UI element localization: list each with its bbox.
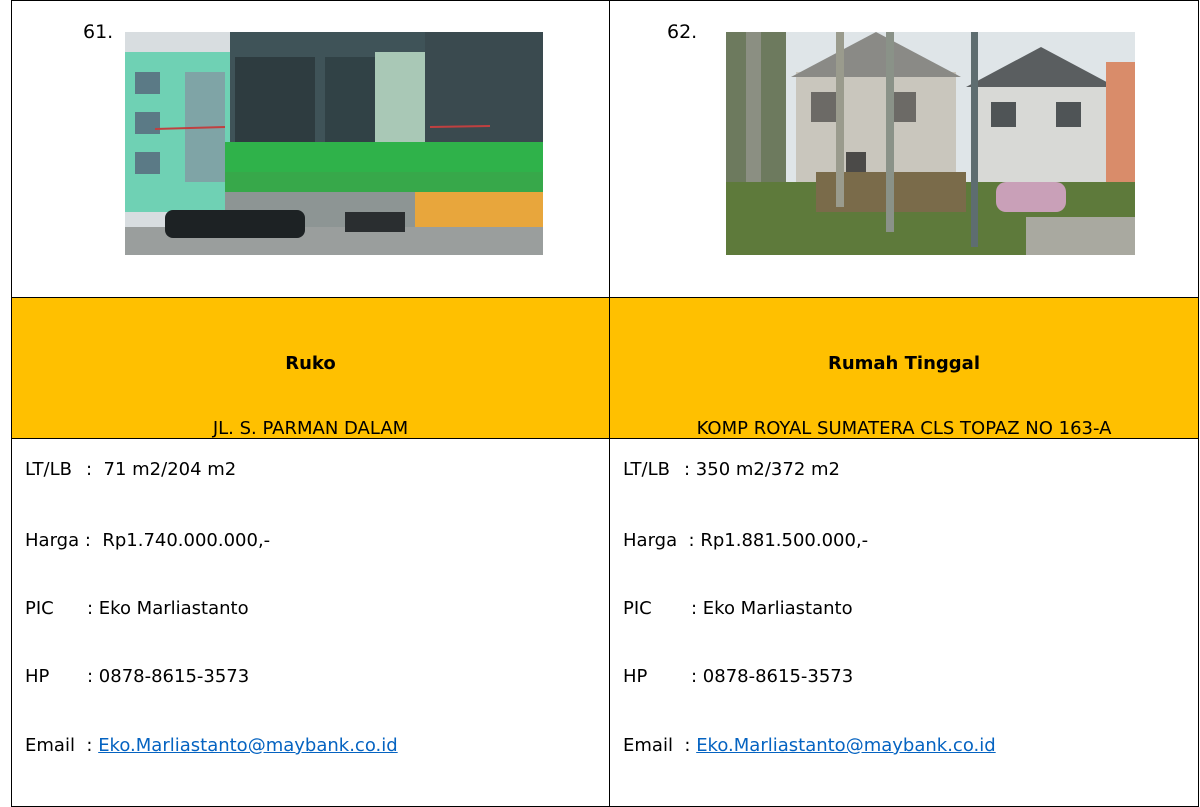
hp-row: HP: 0878-8615-3573	[25, 666, 250, 687]
email-label: Email	[623, 735, 673, 756]
hp-label: HP	[25, 666, 50, 687]
listing-61-details: LT/LB: 71 m2/204 m2 Harga : Rp1.740.000.…	[11, 438, 610, 807]
photo-row: 61. 62.	[11, 0, 1199, 298]
email-label: Email	[25, 735, 75, 756]
details-row: LT/LB: 71 m2/204 m2 Harga : Rp1.740.000.…	[11, 438, 1199, 807]
listing-table: 61. 62. Ruko JL. S. PARMAN DALAM Rumah T…	[11, 0, 1199, 807]
property-address: KOMP ROYAL SUMATERA CLS TOPAZ NO 163-A	[696, 418, 1112, 439]
shophouse-photo	[125, 32, 543, 255]
listing-62-photo-cell: 62.	[609, 0, 1199, 298]
listing-62-header: Rumah Tinggal KOMP ROYAL SUMATERA CLS TO…	[609, 297, 1199, 439]
lt-lb-value: 71 m2/204 m2	[103, 459, 237, 480]
hp-value: 0878-8615-3573	[702, 666, 854, 687]
house-photo	[726, 32, 1135, 255]
property-type: Ruko	[285, 353, 336, 374]
pic-label: PIC	[623, 598, 652, 619]
pic-row: PIC: Eko Marliastanto	[25, 598, 249, 619]
hp-row: HP: 0878-8615-3573	[623, 666, 854, 687]
hp-value: 0878-8615-3573	[98, 666, 250, 687]
email-row: Email : Eko.Marliastanto@maybank.co.id	[25, 735, 398, 756]
listing-number: 61.	[83, 21, 114, 43]
listing-number: 62.	[667, 21, 698, 43]
hp-label: HP	[623, 666, 648, 687]
price-row: Harga : Rp1.881.500.000,-	[623, 530, 869, 551]
pic-value: Eko Marliastanto	[702, 598, 853, 619]
pic-row: PIC: Eko Marliastanto	[623, 598, 853, 619]
email-row: Email : Eko.Marliastanto@maybank.co.id	[623, 735, 996, 756]
price-value: Rp1.740.000.000,-	[102, 530, 271, 551]
lt-lb-row: LT/LB: 71 m2/204 m2	[25, 459, 237, 480]
price-row: Harga : Rp1.740.000.000,-	[25, 530, 271, 551]
listing-61-header: Ruko JL. S. PARMAN DALAM	[11, 297, 610, 439]
property-listing-sheet: 61. 62. Ruko JL. S. PARMAN DALAM Rumah T…	[11, 0, 1199, 807]
property-address: JL. S. PARMAN DALAM	[212, 418, 409, 439]
property-type: Rumah Tinggal	[827, 353, 980, 374]
email-link[interactable]: Eko.Marliastanto@maybank.co.id	[696, 735, 995, 756]
price-value: Rp1.881.500.000,-	[700, 530, 869, 551]
pic-value: Eko Marliastanto	[98, 598, 249, 619]
price-label: Harga	[623, 530, 678, 551]
email-link[interactable]: Eko.Marliastanto@maybank.co.id	[98, 735, 397, 756]
lt-lb-row: LT/LB: 350 m2/372 m2	[623, 459, 840, 480]
pic-label: PIC	[25, 598, 54, 619]
price-label: Harga	[25, 530, 80, 551]
header-row: Ruko JL. S. PARMAN DALAM Rumah Tinggal K…	[11, 297, 1199, 439]
lt-lb-value: 350 m2/372 m2	[695, 459, 840, 480]
listing-62-details: LT/LB: 350 m2/372 m2 Harga : Rp1.881.500…	[609, 438, 1199, 807]
listing-61-photo-cell: 61.	[11, 0, 610, 298]
